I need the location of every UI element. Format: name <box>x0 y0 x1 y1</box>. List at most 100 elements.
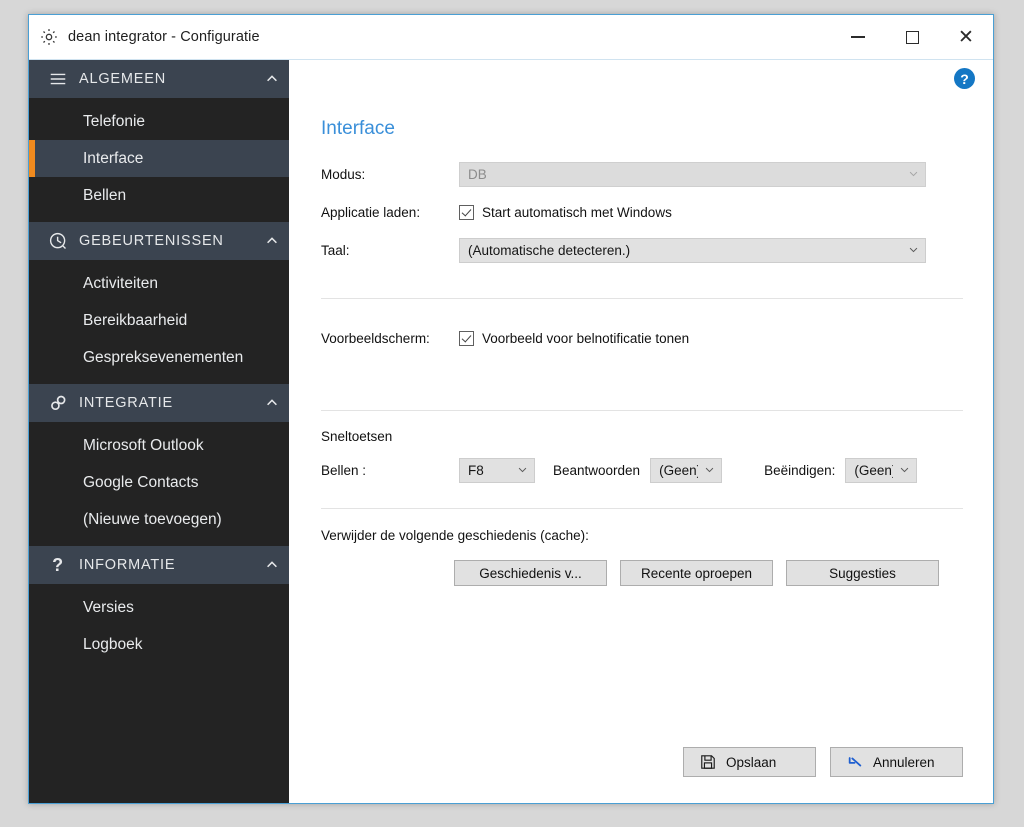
event-clock-icon <box>45 231 71 252</box>
taal-row: Taal: (Automatische detecteren.) <box>321 238 963 263</box>
applicatie-laden-label: Applicatie laden: <box>321 205 421 220</box>
window-body: ALGEMEEN Telefonie Interface Bellen GEBE… <box>29 60 993 803</box>
sidebar-item-label: Logboek <box>83 635 143 653</box>
applicatie-laden-row: Applicatie laden: Start automatisch met … <box>321 200 963 225</box>
cache-heading: Verwijder de volgende geschiedenis (cach… <box>321 528 589 543</box>
sidebar-item-logboek[interactable]: Logboek <box>29 626 289 663</box>
maximize-icon <box>905 30 919 44</box>
chain-link-icon <box>45 393 71 414</box>
beantwoorden-hotkey-label: Beantwoorden <box>553 463 641 478</box>
save-button-label: Opslaan <box>726 754 777 770</box>
taal-select[interactable]: (Automatische detecteren.) <box>459 238 926 263</box>
sidebar-item-bellen[interactable]: Bellen <box>29 177 289 214</box>
sidebar-item-label: Gespreksevenementen <box>83 348 244 366</box>
sidebar-subitems-algemeen: Telefonie Interface Bellen <box>29 98 289 222</box>
taal-value: (Automatische detecteren.) <box>468 243 631 258</box>
divider-top <box>321 298 963 299</box>
voorbeeldscherm-row: Voorbeeldscherm: Voorbeeld voor belnotif… <box>321 326 963 351</box>
chevron-down-icon <box>704 464 715 478</box>
autostart-checkbox-label: Start automatisch met Windows <box>482 205 672 220</box>
sidebar-item-label: Activiteiten <box>83 274 158 292</box>
minimize-button[interactable] <box>831 15 885 59</box>
sidebar-item-label: Telefonie <box>83 112 146 130</box>
cancel-button[interactable]: Annuleren <box>830 747 963 777</box>
sidebar-item-label: Bereikbaarheid <box>83 311 188 329</box>
footer-buttons: Opslaan Annuleren <box>683 747 963 777</box>
beeindigen-hotkey-label: Beëindigen: <box>764 463 836 478</box>
chevron-down-icon <box>908 244 919 258</box>
sidebar-item-bereikbaarheid[interactable]: Bereikbaarheid <box>29 302 289 339</box>
sidebar-item-label: (Nieuwe toevoegen) <box>83 510 222 528</box>
beeindigen-hotkey-select[interactable]: (Geen) <box>845 458 918 483</box>
chevron-up-icon[interactable] <box>255 72 289 86</box>
cache-buttons: Geschiedenis v... Recente oproepen Sugge… <box>454 560 939 586</box>
maximize-button[interactable] <box>885 15 939 59</box>
hotkeys-row: Bellen : F8 Beantwoorden (Geen) Beëindig… <box>321 458 963 483</box>
sidebar-subitems-gebeurtenissen: Activiteiten Bereikbaarheid Gesprekseven… <box>29 260 289 384</box>
save-button[interactable]: Opslaan <box>683 747 816 777</box>
modus-value: DB <box>468 167 487 182</box>
window-controls: ✕ <box>831 15 993 59</box>
sidebar-section-algemeen[interactable]: ALGEMEEN <box>29 60 289 98</box>
bellen-hotkey-select[interactable]: F8 <box>459 458 535 483</box>
bellen-hotkey-label: Bellen : <box>321 463 367 478</box>
sidebar-subitems-informatie: Versies Logboek <box>29 584 289 671</box>
gear-icon <box>39 27 59 47</box>
sneltoetsen-heading: Sneltoetsen <box>321 429 393 444</box>
sidebar-section-label: INFORMATIE <box>79 557 176 573</box>
sidebar-item-google-contacts[interactable]: Google Contacts <box>29 464 289 501</box>
help-button[interactable]: ? <box>954 68 975 89</box>
sidebar-section-label: INTEGRATIE <box>79 395 173 411</box>
content-panel: ? Interface Modus: DB Applicatie laden: … <box>289 60 993 803</box>
minimize-icon <box>851 36 865 38</box>
window-title: dean integrator - Configuratie <box>68 29 260 45</box>
sidebar-item-nieuwe-toevoegen[interactable]: (Nieuwe toevoegen) <box>29 501 289 538</box>
cancel-button-label: Annuleren <box>873 754 935 770</box>
configuration-window: dean integrator - Configuratie ✕ ALGEMEE… <box>28 14 994 804</box>
sidebar: ALGEMEEN Telefonie Interface Bellen GEBE… <box>29 60 289 803</box>
modus-label: Modus: <box>321 167 366 182</box>
taal-label: Taal: <box>321 243 350 258</box>
preview-checkbox-label: Voorbeeld voor belnotificatie tonen <box>482 331 690 346</box>
sidebar-item-interface[interactable]: Interface <box>29 140 289 177</box>
close-icon: ✕ <box>958 26 974 48</box>
hamburger-icon <box>45 69 71 89</box>
sidebar-subitems-integratie: Microsoft Outlook Google Contacts (Nieuw… <box>29 422 289 546</box>
chevron-down-icon <box>899 464 910 478</box>
autostart-checkbox-wrap[interactable]: Start automatisch met Windows <box>459 205 672 220</box>
sidebar-item-activiteiten[interactable]: Activiteiten <box>29 265 289 302</box>
divider-bottom <box>321 508 963 509</box>
chevron-down-icon <box>908 168 919 182</box>
chevron-up-icon[interactable] <box>255 234 289 248</box>
preview-checkbox[interactable] <box>459 331 474 346</box>
sidebar-section-integratie[interactable]: INTEGRATIE <box>29 384 289 422</box>
chevron-down-icon <box>517 464 528 478</box>
sidebar-item-gespreksevenementen[interactable]: Gespreksevenementen <box>29 339 289 376</box>
voorbeeldscherm-label: Voorbeeldscherm: <box>321 331 430 346</box>
sidebar-item-label: Interface <box>83 149 144 167</box>
sidebar-item-label: Microsoft Outlook <box>83 436 204 454</box>
chevron-up-icon[interactable] <box>255 558 289 572</box>
chevron-up-icon[interactable] <box>255 396 289 410</box>
autostart-checkbox[interactable] <box>459 205 474 220</box>
sidebar-item-microsoft-outlook[interactable]: Microsoft Outlook <box>29 427 289 464</box>
sidebar-section-label: ALGEMEEN <box>79 71 166 87</box>
sidebar-section-informatie[interactable]: ? INFORMATIE <box>29 546 289 584</box>
sidebar-item-versies[interactable]: Versies <box>29 589 289 626</box>
clear-history-button[interactable]: Geschiedenis v... <box>454 560 607 586</box>
beeindigen-hotkey-value: (Geen) <box>854 463 894 478</box>
beantwoorden-hotkey-select[interactable]: (Geen) <box>650 458 723 483</box>
preview-checkbox-wrap[interactable]: Voorbeeld voor belnotificatie tonen <box>459 331 689 346</box>
question-mark-icon: ? <box>52 555 64 575</box>
beantwoorden-hotkey-value: (Geen) <box>659 463 699 478</box>
clear-recent-calls-button[interactable]: Recente oproepen <box>620 560 773 586</box>
sidebar-item-telefonie[interactable]: Telefonie <box>29 103 289 140</box>
divider-middle <box>321 410 963 411</box>
clear-suggestions-button[interactable]: Suggesties <box>786 560 939 586</box>
bellen-hotkey-value: F8 <box>468 463 484 478</box>
title-bar: dean integrator - Configuratie ✕ <box>29 15 993 60</box>
close-button[interactable]: ✕ <box>939 15 993 59</box>
sidebar-section-label: GEBEURTENISSEN <box>79 233 224 249</box>
modus-select[interactable]: DB <box>459 162 926 187</box>
sidebar-section-gebeurtenissen[interactable]: GEBEURTENISSEN <box>29 222 289 260</box>
